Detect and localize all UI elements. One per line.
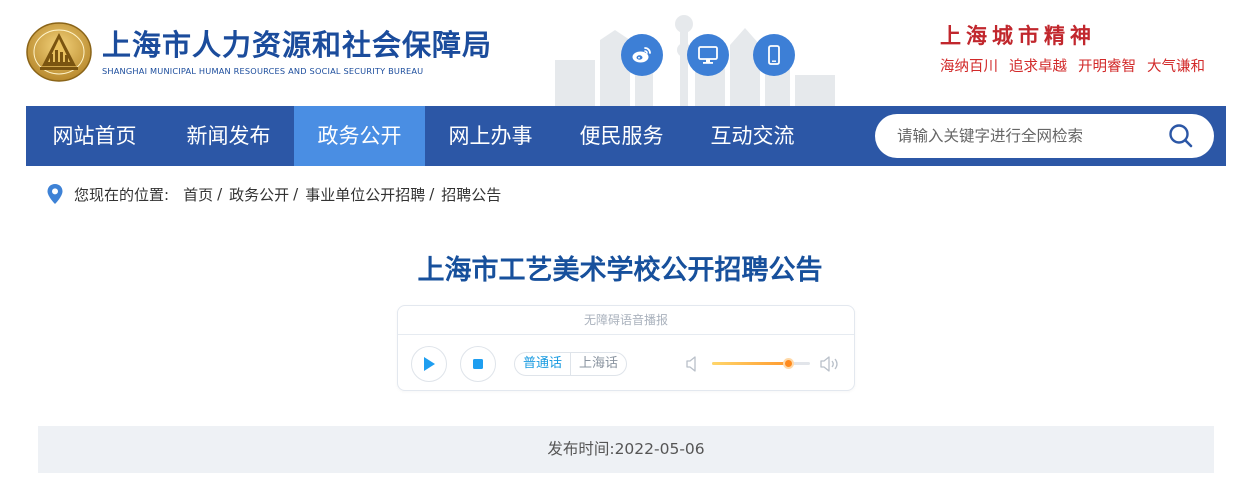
audio-reader-label: 无障碍语音播报 (398, 306, 854, 335)
logo-subtitle: SHANGHAI MUNICIPAL HUMAN RESOURCES AND S… (102, 66, 424, 76)
bureau-emblem-icon[interactable] (26, 22, 92, 82)
volume-high-icon[interactable] (820, 356, 842, 372)
search-icon[interactable] (1167, 122, 1195, 150)
mobile-site-button[interactable] (753, 34, 795, 76)
breadcrumb-prefix: 您现在的位置: (74, 185, 170, 204)
publish-label: 发布时间: (547, 440, 615, 458)
spirit-phrase: 追求卓越 (1009, 59, 1067, 75)
breadcrumb-home[interactable]: 首页 (183, 184, 213, 205)
article-title: 上海市工艺美术学校公开招聘公告 (417, 255, 823, 286)
stop-icon (473, 359, 483, 369)
nav-item-online-services[interactable]: 网上办事 (425, 106, 556, 166)
volume-fill (712, 362, 789, 365)
publish-date: 2022-05-06 (614, 440, 705, 458)
breadcrumb-government-affairs[interactable]: 政务公开 (229, 184, 289, 205)
play-button[interactable] (411, 346, 447, 382)
spirit-phrase: 开明睿智 (1078, 59, 1136, 75)
dialect-switch: 普通话 上海话 (514, 352, 628, 376)
monitor-icon (698, 46, 718, 64)
volume-slider[interactable] (712, 358, 810, 369)
publish-info: 发布时间:2022-05-06 (38, 426, 1214, 473)
nav-item-news[interactable]: 新闻发布 (163, 106, 294, 166)
stop-button[interactable] (460, 346, 496, 382)
breadcrumb: 您现在的位置: 首页 / 政务公开 / 事业单位公开招聘 / 招聘公告 (46, 182, 501, 206)
volume-low-icon[interactable] (686, 356, 700, 372)
breadcrumb-public-recruitment[interactable]: 事业单位公开招聘 (305, 184, 425, 205)
desktop-site-button[interactable] (687, 34, 729, 76)
mobile-icon (768, 45, 780, 65)
city-spirit-phrases: 海纳百川 追求卓越 开明睿智 大气谦和 (940, 55, 1205, 76)
search-input[interactable] (897, 114, 1157, 158)
play-icon (424, 357, 435, 371)
main-nav: 网站首页 新闻发布 政务公开 网上办事 便民服务 互动交流 (26, 106, 1226, 166)
logo-title[interactable]: 上海市人力资源和社会保障局 (102, 22, 492, 64)
nav-item-interaction[interactable]: 互动交流 (687, 106, 818, 166)
breadcrumb-separator: / (429, 185, 435, 203)
weibo-icon (632, 47, 651, 63)
nav-item-home[interactable]: 网站首页 (26, 106, 163, 166)
search-box (875, 114, 1214, 158)
weibo-button[interactable] (621, 34, 663, 76)
dialect-shanghainese[interactable]: 上海话 (571, 353, 626, 375)
audio-reader: 无障碍语音播报 普通话 上海话 (397, 305, 855, 391)
spirit-phrase: 大气谦和 (1147, 59, 1205, 75)
nav-item-public-services[interactable]: 便民服务 (556, 106, 687, 166)
nav-item-government-affairs[interactable]: 政务公开 (294, 106, 425, 166)
breadcrumb-separator: / (293, 185, 299, 203)
breadcrumb-separator: / (217, 185, 223, 203)
spirit-phrase: 海纳百川 (940, 59, 998, 75)
dialect-mandarin[interactable]: 普通话 (515, 353, 570, 375)
city-spirit-title: 上海城市精神 (940, 23, 1096, 48)
location-pin-icon (47, 184, 63, 204)
volume-knob[interactable] (783, 358, 795, 369)
site-header: 上海市人力资源和社会保障局 SHANGHAI MUNICIPAL HUMAN R… (0, 0, 1240, 106)
breadcrumb-recruitment-notice[interactable]: 招聘公告 (441, 184, 501, 205)
